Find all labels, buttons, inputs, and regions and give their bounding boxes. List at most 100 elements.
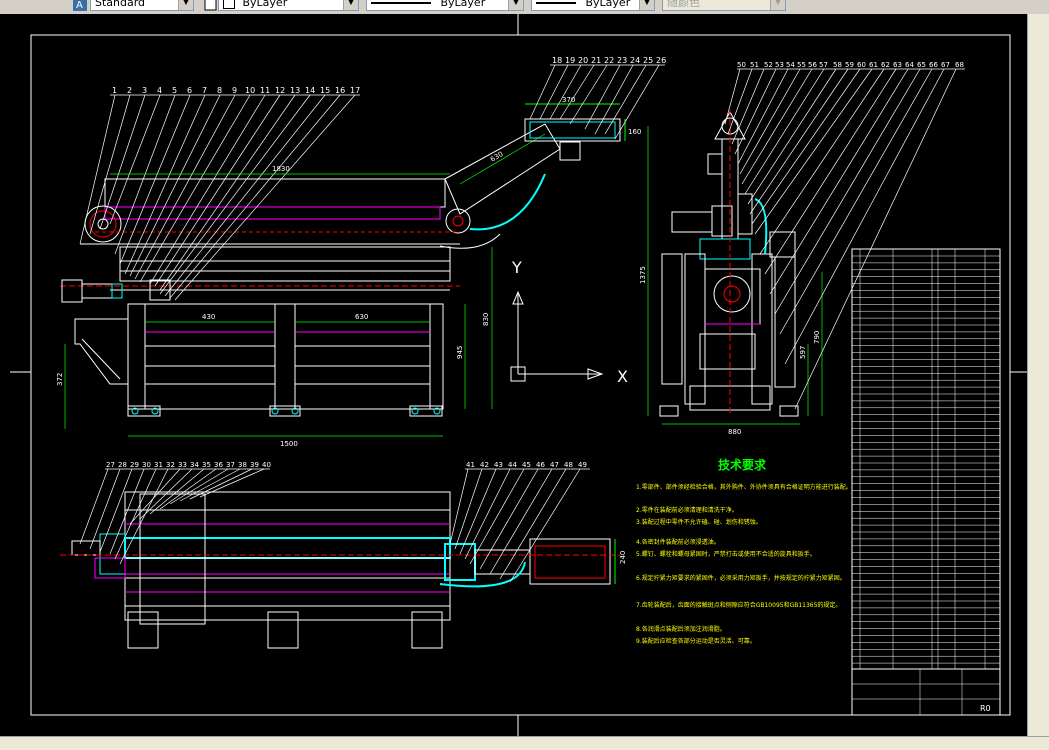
- leader-label: 66: [929, 61, 938, 69]
- text-style-icon[interactable]: A: [72, 0, 88, 12]
- leader-label: 21: [591, 56, 601, 65]
- horizontal-scrollbar[interactable]: [0, 736, 1049, 750]
- leader-label: 10: [245, 86, 255, 95]
- leader-label: 30: [142, 461, 151, 469]
- leader-label: 43: [494, 461, 503, 469]
- leader-label: 57: [819, 61, 828, 69]
- text-style-dropdown[interactable]: Standard ▼: [90, 0, 194, 11]
- title-block-code: R0: [980, 704, 991, 713]
- leader-label: 3: [142, 86, 147, 95]
- parts-list-table: R0: [851, 248, 1001, 716]
- leader-label: 4: [157, 86, 162, 95]
- tech-requirements: 技术要求 1.零部件、部件须经检验合格，其外购件、外协件须具有合格证明方能进行装…: [636, 457, 852, 645]
- layer-icon[interactable]: [203, 0, 219, 12]
- leader-label: 16: [335, 86, 345, 95]
- leader-label: 35: [202, 461, 211, 469]
- leader-label: 46: [536, 461, 545, 469]
- leader-label: 27: [106, 461, 115, 469]
- leader-label: 47: [550, 461, 559, 469]
- leader-label: 32: [166, 461, 175, 469]
- leader-label: 15: [320, 86, 330, 95]
- dimension-label: 1375: [639, 266, 647, 284]
- leader-label: 41: [466, 461, 475, 469]
- leader-label: 67: [941, 61, 950, 69]
- leader-label: 62: [881, 61, 890, 69]
- leader-label: 6: [187, 86, 192, 95]
- chevron-down-icon: ▼: [178, 0, 193, 10]
- tech-note: 4.各密封件装配前必须浸透油。: [636, 538, 720, 546]
- tech-note: 8.各润滑点装配后须加注润滑脂。: [636, 625, 726, 633]
- dimension-label: 790: [813, 331, 821, 344]
- color-swatch-icon: [223, 0, 235, 9]
- axis-y-label: Y: [511, 258, 522, 277]
- leader-label: 60: [857, 61, 866, 69]
- leader-label: 38: [238, 461, 247, 469]
- cad-drawing[interactable]: 1 2 3 4 5 6 7 8 9 10 11 12 13 14 15 16 1…: [0, 14, 1027, 736]
- leader-label: 28: [118, 461, 127, 469]
- dimension-label: 830: [482, 313, 490, 326]
- leader-label: 42: [480, 461, 489, 469]
- leader-label: 33: [178, 461, 187, 469]
- plot-style-dropdown[interactable]: 随颜色 ▼: [662, 0, 786, 11]
- tech-note: 5.螺钉、螺栓和螺母紧固时，严禁打击或使用不合适的旋具和扳手。: [636, 550, 816, 558]
- tech-note: 3.装配过程中零件不允许磕、碰、划伤和锈蚀。: [636, 518, 762, 526]
- leader-label: 24: [630, 56, 640, 65]
- leader-label: 8: [217, 86, 222, 95]
- lineweight-dropdown[interactable]: ByLayer ▼: [531, 0, 655, 11]
- leader-label: 18: [552, 56, 562, 65]
- leader-label: 55: [797, 61, 806, 69]
- leader-label: 49: [578, 461, 587, 469]
- chevron-down-icon: ▼: [639, 0, 654, 10]
- dimension-label: 945: [456, 346, 464, 359]
- dimension-label: 630: [489, 150, 505, 164]
- leader-label: 29: [130, 461, 139, 469]
- leader-label: 44: [508, 461, 517, 469]
- leader-label: 25: [643, 56, 653, 65]
- leader-label: 54: [786, 61, 795, 69]
- dimension-label: 880: [728, 428, 741, 436]
- leader-label: 48: [564, 461, 573, 469]
- chevron-down-icon: ▼: [508, 0, 523, 10]
- leader-label: 17: [350, 86, 360, 95]
- leader-label: 59: [845, 61, 854, 69]
- leader-label: 39: [250, 461, 259, 469]
- linetype-dropdown[interactable]: ByLayer ▼: [366, 0, 524, 11]
- layer-color-dropdown[interactable]: ByLayer ▼: [218, 0, 359, 11]
- leader-label: 50: [737, 61, 746, 69]
- dimension-label: 372: [56, 373, 64, 386]
- leader-label: 65: [917, 61, 926, 69]
- leader-label: 5: [172, 86, 177, 95]
- dimension-label: 160: [628, 128, 641, 136]
- lineweight-sample-icon: [536, 2, 576, 4]
- leader-label: 1: [112, 86, 117, 95]
- leader-label: 23: [617, 56, 627, 65]
- leader-label: 36: [214, 461, 223, 469]
- dimension-label: 1500: [280, 440, 298, 448]
- leader-label: 31: [154, 461, 163, 469]
- leader-label: 52: [764, 61, 773, 69]
- properties-toolbar: A Standard ▼ ByLayer ▼ ByLayer ▼ ByLayer…: [0, 0, 1049, 15]
- front-view: 1 2 3 4 5 6 7 8 9 10 11 12 13 14 15 16 1…: [56, 86, 561, 448]
- tech-note: 1.零部件、部件须经检验合格，其外购件、外协件须具有合格证明方能进行装配。: [636, 483, 852, 491]
- leader-label: 14: [305, 86, 315, 95]
- ucs-axis-icon: Y X: [510, 258, 628, 386]
- leader-label: 40: [262, 461, 271, 469]
- top-view: 240 27 28 29 30 31 32 33 34 35 36 37 38 …: [60, 461, 627, 649]
- lineweight-value: ByLayer: [585, 0, 631, 9]
- dimension-label: 1830: [272, 165, 290, 173]
- leader-label: 34: [190, 461, 199, 469]
- leader-label: 2: [127, 86, 132, 95]
- leader-label: 9: [232, 86, 237, 95]
- vertical-scrollbar[interactable]: [1027, 14, 1049, 736]
- drawing-canvas[interactable]: 1 2 3 4 5 6 7 8 9 10 11 12 13 14 15 16 1…: [0, 14, 1027, 736]
- leader-label: 19: [565, 56, 575, 65]
- dimension-label: 240: [619, 551, 627, 564]
- dimension-label: 430: [202, 313, 215, 321]
- dimension-label: 630: [355, 313, 368, 321]
- leader-label: 56: [808, 61, 817, 69]
- dimension-label: 597: [799, 346, 807, 359]
- leader-label: 51: [750, 61, 759, 69]
- leader-label: 53: [775, 61, 784, 69]
- layer-color-value: ByLayer: [242, 0, 288, 9]
- tech-note: 7.齿轮装配后，齿面的接触斑点和侧隙应符合GB10095和GB11365的规定。: [636, 601, 841, 609]
